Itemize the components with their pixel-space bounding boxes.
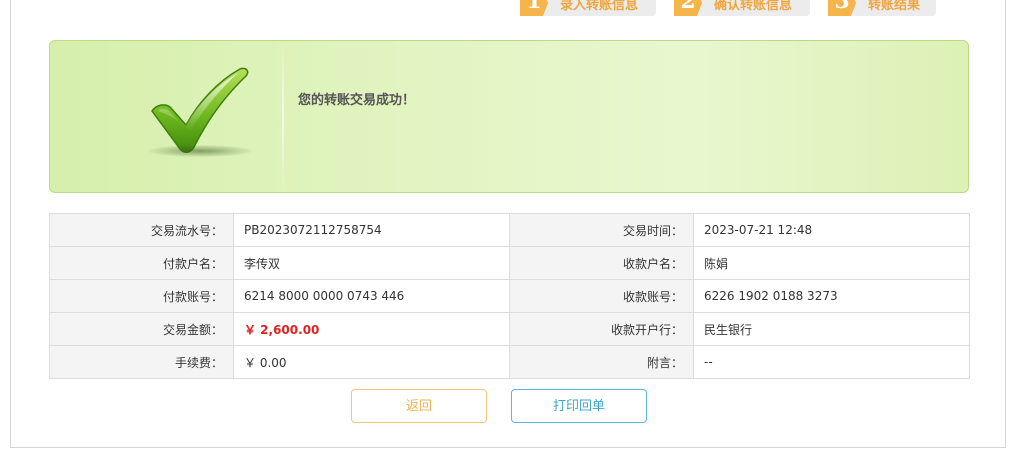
back-button[interactable]: 返回 (351, 389, 487, 423)
serial-number-label: 交易流水号： (49, 213, 234, 247)
transaction-details-table: 交易流水号： PB2023072112758754 交易时间： 2023-07-… (49, 213, 970, 379)
step-2: 2 确认转账信息 (674, 0, 810, 16)
checkmark-icon (146, 67, 258, 167)
payer-account-value: 6214 8000 0000 0743 446 (233, 279, 510, 313)
step-2-label: 确认转账信息 (714, 0, 793, 13)
table-row: 交易金额： ￥ 2,600.00 收款开户行： 民生银行 (49, 312, 970, 346)
transaction-time-value: 2023-07-21 12:48 (693, 213, 970, 247)
step-3: 3 转账结果 (828, 0, 936, 16)
remark-label: 附言： (509, 345, 694, 379)
payee-account-value: 6226 1902 0188 3273 (693, 279, 970, 313)
payee-name-label: 收款户名： (509, 246, 694, 280)
checkmark-shadow (148, 145, 252, 157)
payer-account-label: 付款账号： (49, 279, 234, 313)
fee-label: 手续费： (49, 345, 234, 379)
payer-name-label: 付款户名： (49, 246, 234, 280)
transfer-result-page: 1 录入转账信息 2 确认转账信息 3 转账结果 您的转账交易成功！ 交易流水号… (0, 0, 1014, 468)
step-2-number: 2 (674, 0, 702, 16)
payee-bank-label: 收款开户行： (509, 312, 694, 346)
table-row: 手续费： ￥ 0.00 附言： -- (49, 345, 970, 379)
print-receipt-button[interactable]: 打印回单 (511, 389, 647, 423)
table-row: 交易流水号： PB2023072112758754 交易时间： 2023-07-… (49, 213, 970, 247)
transaction-time-label: 交易时间： (509, 213, 694, 247)
payer-name-value: 李传双 (233, 246, 510, 280)
step-indicator: 1 录入转账信息 2 确认转账信息 3 转账结果 (0, 0, 1014, 18)
amount-value: ￥ 2,600.00 (233, 312, 510, 346)
panel-divider (282, 41, 284, 192)
remark-value: -- (693, 345, 970, 379)
step-3-label: 转账结果 (868, 0, 921, 13)
step-1: 1 录入转账信息 (520, 0, 656, 16)
payee-account-label: 收款账号： (509, 279, 694, 313)
payee-bank-value: 民生银行 (693, 312, 970, 346)
table-row: 付款账号： 6214 8000 0000 0743 446 收款账号： 6226… (49, 279, 970, 313)
serial-number-value: PB2023072112758754 (233, 213, 510, 247)
step-1-number: 1 (520, 0, 548, 16)
success-panel: 您的转账交易成功！ (49, 40, 969, 193)
payee-name-value: 陈娟 (693, 246, 970, 280)
checkmark-graphic (151, 67, 249, 153)
step-1-label: 录入转账信息 (560, 0, 639, 13)
fee-value: ￥ 0.00 (233, 345, 510, 379)
amount-label: 交易金额： (49, 312, 234, 346)
step-3-number: 3 (828, 0, 856, 16)
success-message: 您的转账交易成功！ (298, 93, 416, 108)
table-row: 付款户名： 李传双 收款户名： 陈娟 (49, 246, 970, 280)
